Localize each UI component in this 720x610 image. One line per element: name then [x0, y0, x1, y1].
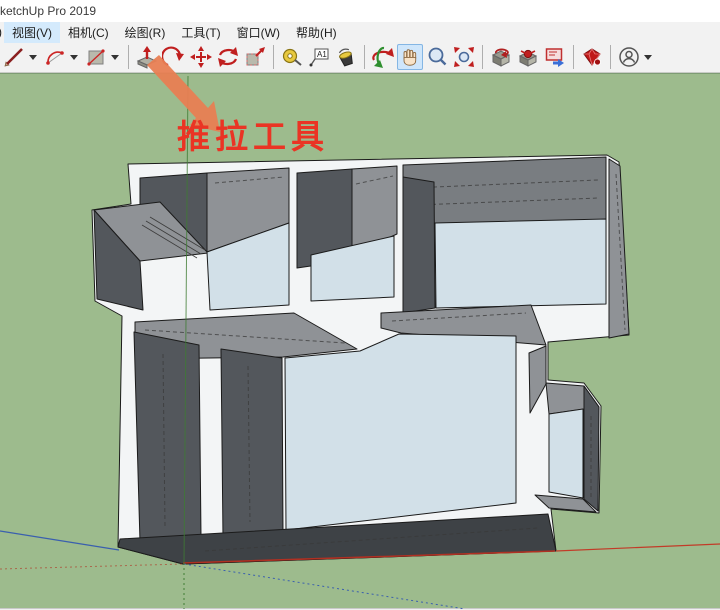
wall-face	[221, 349, 283, 538]
previous-view-button[interactable]	[488, 44, 514, 70]
outer-wall-face	[609, 159, 629, 338]
model-canvas[interactable]	[0, 74, 720, 609]
follow-me-tool-button[interactable]	[161, 44, 187, 70]
magnifier-icon	[425, 45, 449, 69]
floor-plan-model[interactable]	[92, 155, 629, 564]
text-label-icon: A1	[307, 45, 331, 69]
paint-bucket-tool-button[interactable]	[333, 44, 359, 70]
wall-face	[134, 332, 201, 542]
push-pull-tool-button[interactable]	[134, 44, 160, 70]
toolbar-separator	[128, 45, 129, 69]
toolbar-separator	[273, 45, 274, 69]
account-icon	[617, 45, 641, 69]
send-to-layout-button[interactable]	[542, 44, 568, 70]
title-bar: SketchUp Pro 2019	[0, 0, 720, 22]
rotate-icon	[216, 45, 240, 69]
bay-side-face	[584, 386, 599, 511]
curved-arrow-icon	[162, 45, 186, 69]
pan-tool-button[interactable]	[397, 44, 423, 70]
move-icon	[189, 45, 213, 69]
sketchup-window: SketchUp Pro 2019 ) 视图(V) 相机(C) 绘图(R) 工具…	[0, 0, 720, 610]
chevron-down-icon[interactable]	[70, 55, 78, 60]
orbit-tool-button[interactable]	[370, 44, 396, 70]
menu-item-view[interactable]: 视图(V)	[4, 22, 60, 43]
pencil-icon	[2, 45, 26, 69]
next-view-icon	[516, 45, 540, 69]
menu-item-window[interactable]: 窗口(W)	[229, 22, 288, 43]
chevron-down-icon[interactable]	[644, 55, 652, 60]
toolbar-separator	[573, 45, 574, 69]
zoom-tool-button[interactable]	[424, 44, 450, 70]
blue-axis-dotted	[184, 564, 465, 609]
red-axis-line	[556, 544, 720, 551]
window-title: SketchUp Pro 2019	[0, 4, 96, 18]
zoom-extents-icon	[452, 45, 476, 69]
menu-bar: ) 视图(V) 相机(C) 绘图(R) 工具(T) 窗口(W) 帮助(H)	[0, 22, 720, 42]
floor-face	[435, 219, 606, 308]
previous-view-icon	[489, 45, 513, 69]
blue-axis-line	[0, 531, 119, 550]
rectangle-icon	[84, 45, 108, 69]
scale-tool-button[interactable]	[242, 44, 268, 70]
chevron-down-icon[interactable]	[29, 55, 37, 60]
account-button[interactable]	[616, 44, 642, 70]
rotate-tool-button[interactable]	[215, 44, 241, 70]
menu-item-tools[interactable]: 工具(T)	[173, 22, 228, 43]
paint-bucket-icon	[334, 45, 358, 69]
menu-item-camera[interactable]: 相机(C)	[60, 22, 117, 43]
next-view-button[interactable]	[515, 44, 541, 70]
title-clip: SketchUp Pro 2019	[0, 0, 96, 22]
tape-measure-tool-button[interactable]	[279, 44, 305, 70]
chevron-down-icon[interactable]	[111, 55, 119, 60]
move-tool-button[interactable]	[188, 44, 214, 70]
scale-icon	[243, 45, 267, 69]
text-tool-button[interactable]: A1	[306, 44, 332, 70]
toolbar-separator	[364, 45, 365, 69]
arc-icon	[43, 45, 67, 69]
send-to-layout-icon	[543, 45, 567, 69]
line-tool-button[interactable]	[1, 44, 27, 70]
tape-measure-icon	[280, 45, 304, 69]
rectangle-tool-button[interactable]	[83, 44, 109, 70]
orbit-icon	[371, 45, 395, 69]
wall-face	[403, 177, 435, 313]
menu-item-help[interactable]: 帮助(H)	[288, 22, 345, 43]
toolbar: A1	[0, 42, 720, 73]
red-axis-dotted	[0, 564, 183, 569]
menu-item-draw[interactable]: 绘图(R)	[117, 22, 174, 43]
arc-tool-button[interactable]	[42, 44, 68, 70]
floor-face	[549, 409, 583, 498]
floor-face	[285, 334, 516, 530]
zoom-extents-button[interactable]	[451, 44, 477, 70]
text-tool-glyph: A1	[317, 50, 327, 59]
gem-icon	[580, 45, 604, 69]
push-pull-icon	[135, 45, 159, 69]
toolbar-separator	[610, 45, 611, 69]
extension-warehouse-button[interactable]	[579, 44, 605, 70]
viewport-canvas[interactable]	[0, 73, 720, 608]
hand-icon	[399, 46, 421, 68]
toolbar-separator	[482, 45, 483, 69]
